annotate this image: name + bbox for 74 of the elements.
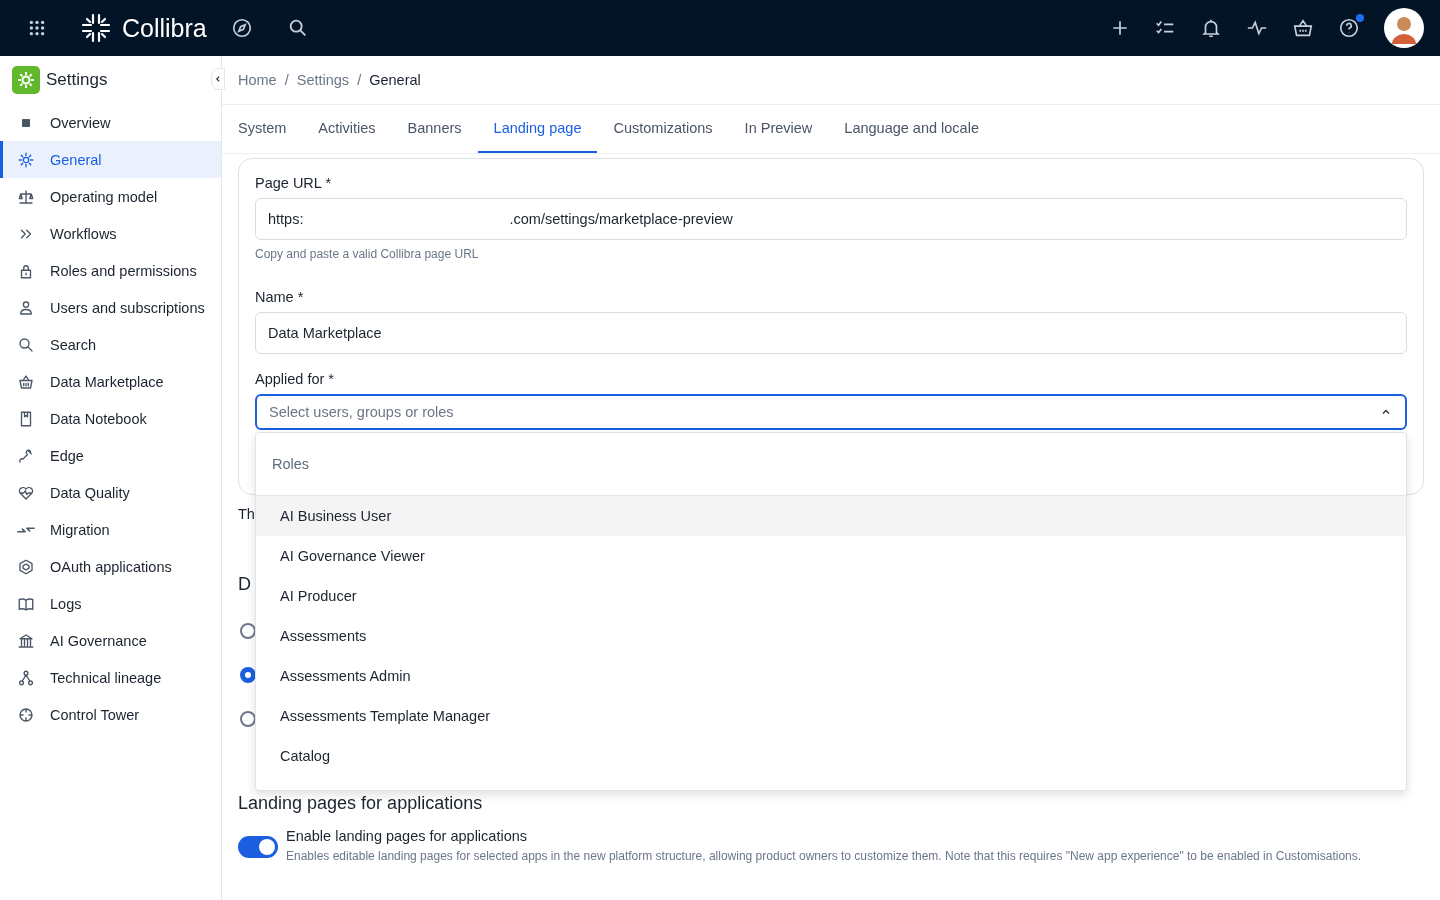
radio-button[interactable] xyxy=(240,623,256,639)
dropdown-option[interactable]: Catalog xyxy=(256,736,1406,776)
section-heading: D xyxy=(238,574,252,595)
sidebar-item[interactable]: Edge xyxy=(0,437,221,474)
toggle-label: Enable landing pages for applications xyxy=(286,828,529,844)
select-input[interactable]: Select users, groups or roles xyxy=(269,404,1381,420)
field-label: Page URL * xyxy=(255,175,333,191)
sidebar-item[interactable]: Overview xyxy=(0,104,221,141)
description-text: Th xyxy=(238,506,256,522)
crosshair-icon xyxy=(17,705,35,724)
sidebar-item[interactable]: AI Governance xyxy=(0,622,221,659)
sidebar-title: Settings xyxy=(46,70,108,90)
radio-button[interactable] xyxy=(240,667,256,683)
dropdown-option[interactable]: AI Governance Viewer xyxy=(256,536,1406,576)
sidebar-item[interactable]: Logs xyxy=(0,585,221,622)
plus-icon[interactable] xyxy=(1110,18,1130,38)
sidebar-item[interactable]: Control Tower xyxy=(0,696,221,733)
tab[interactable]: In Preview xyxy=(728,105,829,153)
tab[interactable]: Activities xyxy=(302,105,392,153)
help-text: Copy and paste a valid Collibra page URL xyxy=(255,247,480,261)
sidebar-item[interactable]: Users and subscriptions xyxy=(0,289,221,326)
url-field[interactable]: https: .com/settings/marketplace-preview xyxy=(255,198,1407,240)
basket-icon[interactable] xyxy=(1292,17,1314,39)
dropdown-option[interactable]: AI Producer xyxy=(256,576,1406,616)
dropdown-option[interactable]: Assessments Template Manager xyxy=(256,696,1406,736)
select-field[interactable]: Select users, groups or roles xyxy=(255,394,1407,430)
chevron-left-icon xyxy=(214,75,222,83)
sidebar-item[interactable]: Operating model xyxy=(0,178,221,215)
breadcrumb-link[interactable]: Settings xyxy=(296,72,350,88)
tab[interactable]: Customizations xyxy=(597,105,729,153)
tab[interactable]: Banners xyxy=(391,105,478,153)
field-label: Applied for * xyxy=(255,371,335,387)
dropdown-option[interactable]: AI Business User xyxy=(256,496,1406,536)
collapse-button[interactable] xyxy=(211,68,225,90)
arrows-icon xyxy=(17,525,35,534)
breadcrumb-separator: / xyxy=(357,72,362,88)
chevron-icon xyxy=(1381,407,1391,417)
toggle-switch[interactable] xyxy=(238,836,278,858)
avatar[interactable] xyxy=(1384,8,1424,48)
help-icon[interactable] xyxy=(1338,17,1360,39)
tab[interactable]: Landing page xyxy=(477,105,598,153)
sidebar-item[interactable]: OAuth applications xyxy=(0,548,221,585)
search-icon xyxy=(17,335,35,354)
name-field[interactable]: Data Marketplace xyxy=(255,312,1407,354)
breadcrumb-link[interactable]: Home xyxy=(238,72,277,88)
settings-app-icon xyxy=(12,66,40,94)
section-heading: Landing pages for applications xyxy=(238,793,484,814)
sidebar-item[interactable]: General xyxy=(0,141,221,178)
sidebar-item[interactable]: Search xyxy=(0,326,221,363)
toggle-description: Enables editable landing pages for selected apps in the new platform structure, allowing product owners to customize them. Note that this requires "New app experience" to be enabled in Customisations. xyxy=(286,848,1362,865)
sidebar-item[interactable]: Migration xyxy=(0,511,221,548)
tab[interactable]: System xyxy=(222,105,303,153)
user-icon xyxy=(17,298,35,317)
dropdown-option[interactable]: Assessments xyxy=(256,616,1406,656)
dropdown-option[interactable]: Assessments Admin xyxy=(256,656,1406,696)
sidebar-item[interactable]: Technical lineage xyxy=(0,659,221,696)
nodes-icon xyxy=(17,668,35,687)
apps-grid-icon[interactable] xyxy=(28,19,46,37)
tab[interactable]: Language and locale xyxy=(828,105,995,153)
brand-name[interactable]: Collibra xyxy=(122,13,207,43)
scale-icon xyxy=(17,187,35,206)
radio-button[interactable] xyxy=(240,711,256,727)
gear-icon xyxy=(17,150,35,169)
sidebar-item[interactable]: Data Notebook xyxy=(0,400,221,437)
bell-icon[interactable] xyxy=(1200,17,1222,39)
sidebar-item[interactable]: Workflows xyxy=(0,215,221,252)
sidebar-item[interactable]: Data Marketplace xyxy=(0,363,221,400)
sidebar-item[interactable]: Roles and permissions xyxy=(0,252,221,289)
cube-icon xyxy=(17,557,35,576)
breadcrumb-separator: / xyxy=(284,72,289,88)
sidebar-item[interactable]: Data Quality xyxy=(0,474,221,511)
compass-icon[interactable] xyxy=(230,17,253,39)
field-label: Name * xyxy=(255,289,305,305)
logo-icon[interactable] xyxy=(80,12,112,44)
